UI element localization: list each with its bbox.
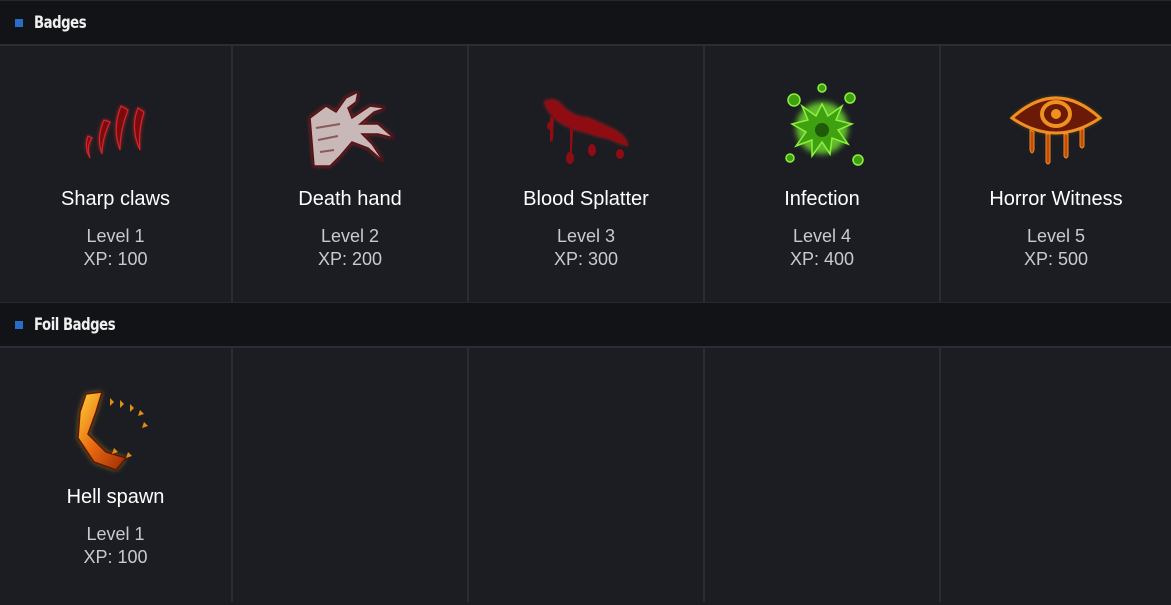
badges-section: Badges Sharp claws Level 1 XP: 100 Death… <box>0 0 1171 302</box>
foil-badges-section: Foil Badges Hell spawn Level 1 XP: 100 <box>0 302 1171 602</box>
badge-level: Level 1 <box>86 226 145 246</box>
badge-level: Level 5 <box>1026 226 1086 246</box>
badge-card[interactable]: Hell spawn Level 1 XP: 100 <box>0 348 233 602</box>
badges-section-header: Badges <box>0 0 1171 46</box>
claw-marks-icon <box>66 78 166 178</box>
empty-badge-slot <box>469 348 705 602</box>
section-title: Foil Badges <box>34 314 116 335</box>
blood-splatter-icon <box>536 78 636 178</box>
badge-xp: XP: 400 <box>789 249 855 269</box>
badge-level: Level 3 <box>556 226 616 246</box>
badge-card[interactable]: Death hand Level 2 XP: 200 <box>233 46 469 302</box>
badge-name: Infection <box>784 188 860 210</box>
empty-badge-slot <box>705 348 941 602</box>
foil-badges-grid: Hell spawn Level 1 XP: 100 <box>0 348 1171 602</box>
foil-badges-section-header: Foil Badges <box>0 302 1171 348</box>
badge-xp: XP: 200 <box>317 249 383 269</box>
empty-badge-slot <box>233 348 469 602</box>
badge-xp: XP: 100 <box>83 547 148 567</box>
badge-name: Blood Splatter <box>523 188 649 210</box>
badge-xp: XP: 100 <box>83 249 148 269</box>
green-splat-icon <box>772 78 872 178</box>
badge-card[interactable]: Sharp claws Level 1 XP: 100 <box>0 46 233 302</box>
badge-xp: XP: 300 <box>553 249 619 269</box>
badge-card[interactable]: Infection Level 4 XP: 400 <box>705 46 941 302</box>
fiery-jaw-icon <box>66 376 166 476</box>
section-marker-icon <box>15 320 23 329</box>
badge-name: Sharp claws <box>61 188 170 210</box>
badge-level: Level 4 <box>792 226 852 246</box>
skeletal-hand-icon <box>300 78 400 178</box>
badge-name: Death hand <box>298 188 402 210</box>
badge-level: Level 1 <box>86 524 145 544</box>
badge-xp: XP: 500 <box>1023 249 1089 269</box>
badge-level: Level 2 <box>320 226 380 246</box>
badge-card[interactable]: Blood Splatter Level 3 XP: 300 <box>469 46 705 302</box>
section-title: Badges <box>34 12 87 33</box>
empty-badge-slot <box>941 348 1171 602</box>
badge-name: Horror Witness <box>989 188 1123 210</box>
section-marker-icon <box>15 18 23 27</box>
badges-grid: Sharp claws Level 1 XP: 100 Death hand L… <box>0 46 1171 302</box>
badge-card[interactable]: Horror Witness Level 5 XP: 500 <box>941 46 1171 302</box>
badge-name: Hell spawn <box>66 486 165 508</box>
bleeding-eye-icon <box>1006 78 1106 178</box>
